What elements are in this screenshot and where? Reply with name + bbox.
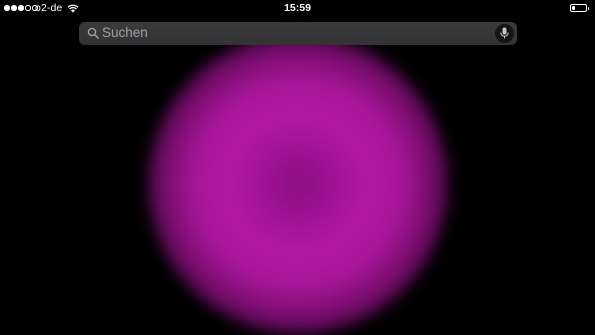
battery-icon	[570, 4, 589, 12]
search-bar[interactable]: Suchen	[79, 22, 517, 45]
status-time: 15:59	[284, 2, 311, 14]
microphone-button[interactable]	[495, 24, 514, 43]
search-input[interactable]: Suchen	[102, 25, 148, 40]
search-icon	[87, 27, 99, 39]
battery-level-fill	[572, 6, 575, 10]
wallpaper-glow	[148, 34, 448, 334]
status-bar: o2-de 15:59	[0, 0, 595, 18]
microphone-icon	[500, 27, 509, 39]
